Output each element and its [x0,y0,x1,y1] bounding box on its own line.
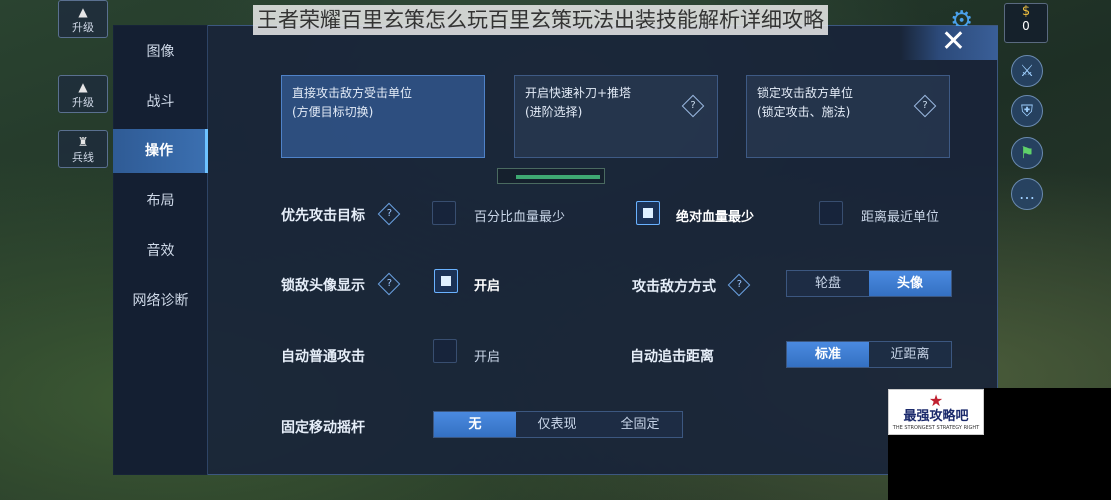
star-logo-icon: ★ [928,391,944,410]
card-line-1: 直接攻击敌方受击单位 [292,86,413,100]
up-arrow-icon: ▲ [78,80,88,94]
checkbox-nearest[interactable] [819,201,843,225]
seg-close-range[interactable]: 近距离 [869,342,951,367]
checkbox-percent-hp[interactable] [432,201,456,225]
page-title: 王者荣耀百里玄策怎么玩百里玄策玩法出装技能解析详细攻略 [253,5,828,35]
checkbox-absolute-hp[interactable] [636,201,660,225]
seg-visual-only[interactable]: 仅表现 [516,412,598,437]
attack-mode-segmented: 轮盘 头像 [786,270,952,297]
nav-item-image[interactable]: 图像 [113,30,208,74]
option-absolute-hp: 绝对血量最少 [676,210,755,225]
nav-item-sound[interactable]: 音效 [113,229,208,273]
close-icon: ✕ [940,24,966,59]
lock-avatar-label: 锁敌头像显示 [281,278,365,294]
minion-button[interactable]: ♜ 兵线 [58,130,108,168]
dark-corner [984,388,1111,435]
coin-counter: $ 0 [1004,3,1048,43]
mode-card-lock-target[interactable]: 锁定攻击敌方单位 (锁定攻击、施法) ? [746,75,950,158]
upgrade-label: 升级 [72,21,94,34]
upgrade-label: 升级 [72,96,94,109]
priority-target-label: 优先攻击目标 [281,208,365,224]
auto-chase-segmented: 标准 近距离 [786,341,952,368]
minion-label: 兵线 [72,151,94,164]
close-button[interactable]: ✕ [900,26,998,60]
card-line-2: (锁定攻击、施法) [757,105,851,119]
checkbox-auto-attack[interactable] [433,339,457,363]
health-bar [497,168,605,184]
attack-mode-label: 攻击敌方方式 [632,279,716,295]
option-lock-avatar-on: 开启 [474,279,501,294]
seg-standard[interactable]: 标准 [787,342,869,367]
option-percent-hp: 百分比血量最少 [474,210,566,225]
shield-icon[interactable]: ⛨ [1011,95,1043,127]
helmet-icon: ♜ [77,135,89,149]
auto-chase-label: 自动追击距离 [630,349,714,365]
upgrade-button-2[interactable]: ▲ 升级 [58,75,108,113]
watermark-sub: THE STRONGEST STRATEGY RIGHT [892,425,980,431]
upgrade-button-1[interactable]: ▲ 升级 [58,0,108,38]
card-line-2: (进阶选择) [525,105,583,119]
auto-attack-label: 自动普通攻击 [281,349,365,365]
sword-icon[interactable]: ⚔ [1011,55,1043,87]
settings-nav: 图像 战斗 操作 布局 音效 网络诊断 [113,25,208,475]
mode-card-direct-attack[interactable]: 直接攻击敌方受击单位 (方便目标切换) [281,75,485,158]
seg-wheel[interactable]: 轮盘 [787,271,869,296]
seg-avatar[interactable]: 头像 [869,271,951,296]
card-line-1: 开启快速补刀+推塔 [525,86,632,100]
nav-item-layout[interactable]: 布局 [113,179,208,223]
coin-bag-icon: $ [1021,4,1031,19]
chat-icon[interactable]: … [1011,178,1043,210]
watermark-logo: ★ 最强攻略吧 THE STRONGEST STRATEGY RIGHT [888,389,984,435]
seg-none[interactable]: 无 [434,412,516,437]
fixed-joystick-segmented: 无 仅表现 全固定 [433,411,683,438]
option-nearest: 距离最近单位 [861,210,940,225]
fixed-joystick-label: 固定移动摇杆 [281,420,365,436]
mode-card-quick-lasthit[interactable]: 开启快速补刀+推塔 (进阶选择) ? [514,75,718,158]
nav-item-combat[interactable]: 战斗 [113,80,208,124]
flag-icon[interactable]: ⚑ [1011,137,1043,169]
seg-full-fixed[interactable]: 全固定 [598,412,682,437]
watermark-name: 最强攻略吧 [903,409,969,424]
up-arrow-icon: ▲ [78,5,88,19]
checkbox-lock-avatar[interactable] [434,269,458,293]
dark-corner [888,435,1111,500]
nav-item-network[interactable]: 网络诊断 [113,279,208,323]
coin-value: 0 [1022,19,1030,33]
option-auto-attack-on: 开启 [474,350,501,365]
card-line-1: 锁定攻击敌方单位 [757,86,854,100]
card-line-2: (方便目标切换) [292,105,374,119]
nav-item-controls[interactable]: 操作 [113,129,208,173]
